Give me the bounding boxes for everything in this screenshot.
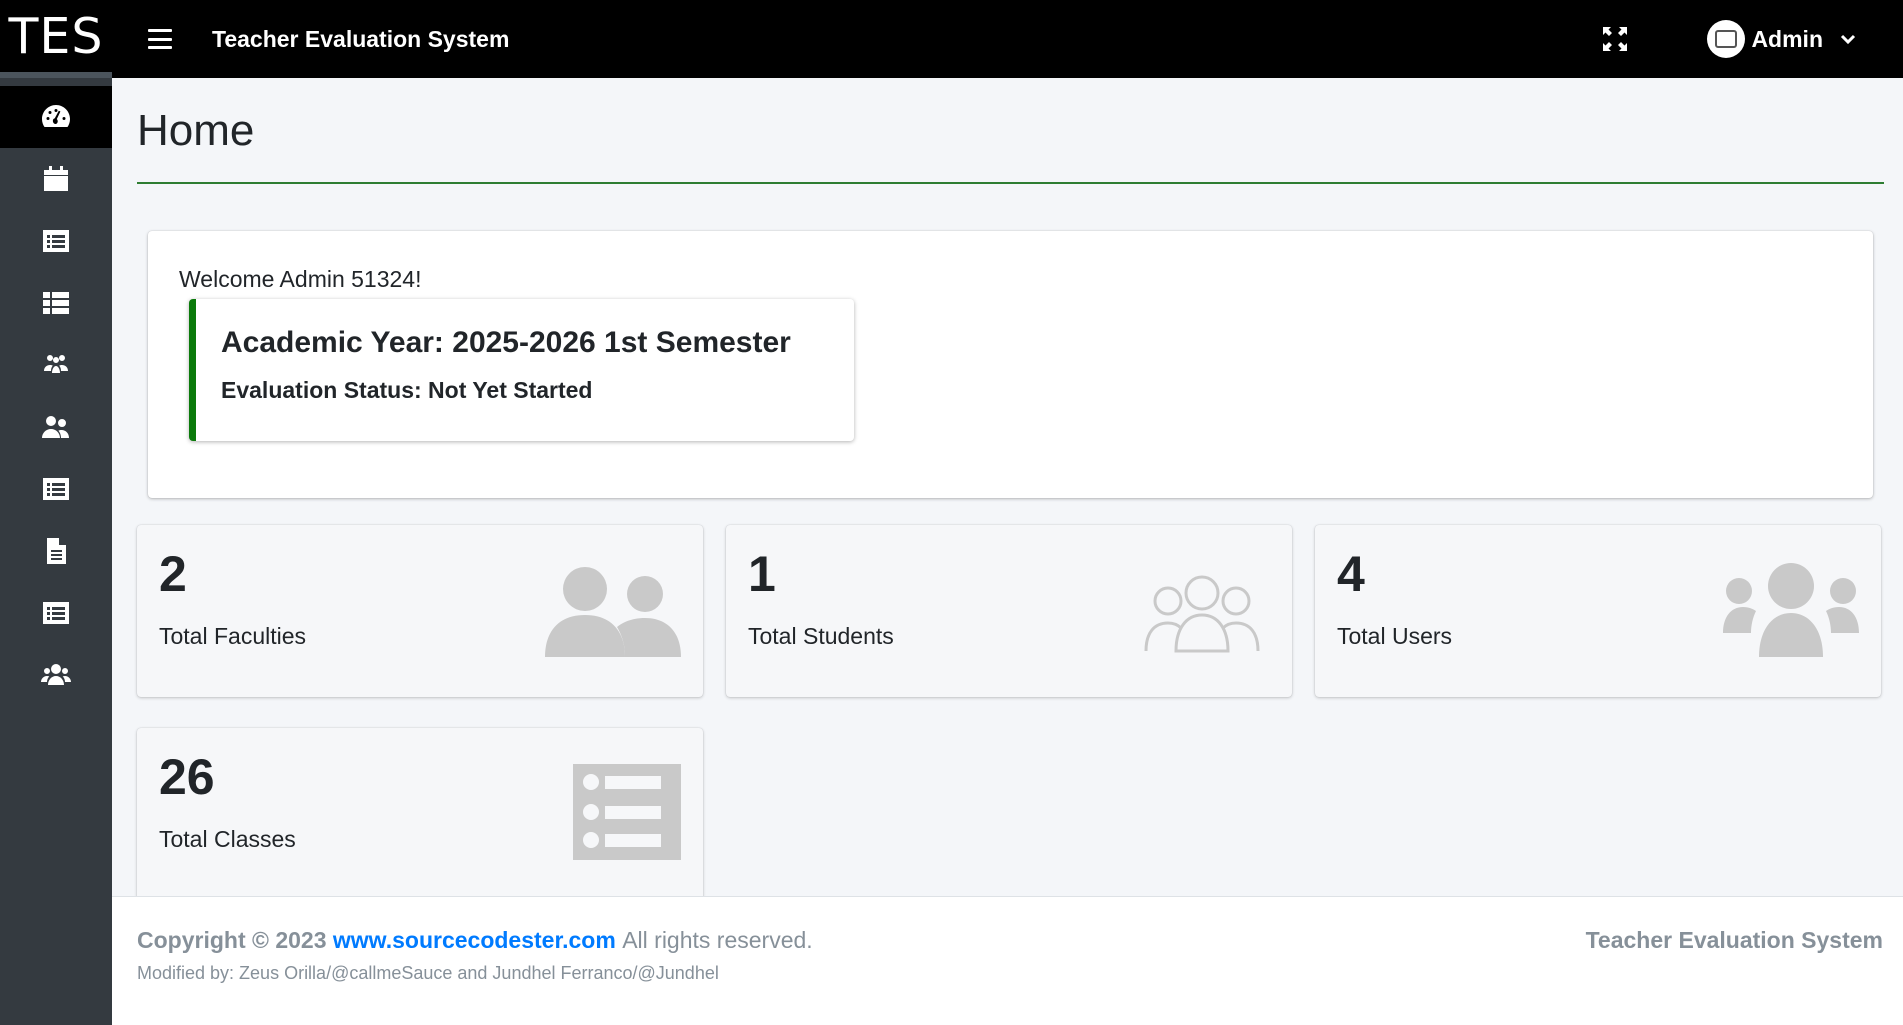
top-navbar: Teacher Evaluation System Admin bbox=[112, 0, 1903, 78]
academic-year: Academic Year: 2025-2026 1st Semester bbox=[221, 326, 791, 359]
sidebar-item-list-3[interactable] bbox=[0, 582, 112, 644]
list-alt-icon bbox=[545, 764, 681, 864]
stat-label: Total Students bbox=[748, 623, 894, 649]
dashboard-icon bbox=[42, 105, 70, 127]
stat-card-users[interactable]: 4 Total Users bbox=[1315, 525, 1881, 697]
stat-label: Total Faculties bbox=[159, 623, 307, 649]
sidebar-item-users[interactable] bbox=[0, 396, 112, 458]
document-icon bbox=[47, 538, 66, 564]
stat-card-faculties[interactable]: 2 Total Faculties bbox=[137, 525, 703, 697]
fullscreen-icon[interactable] bbox=[1601, 25, 1629, 53]
academic-year-callout: Academic Year: 2025-2026 1st Semester Ev… bbox=[189, 299, 854, 441]
user-name: Admin bbox=[1751, 25, 1823, 52]
stat-card-classes[interactable]: 26 Total Classes bbox=[137, 728, 703, 900]
stat-value: 4 bbox=[1337, 546, 1365, 602]
welcome-card: Welcome Admin 51324! Academic Year: 2025… bbox=[148, 231, 1873, 498]
sidebar-nav bbox=[0, 86, 112, 706]
user-group-icon bbox=[41, 664, 71, 685]
app-title: Teacher Evaluation System bbox=[212, 25, 510, 52]
main-content: Home Welcome Admin 51324! Academic Year:… bbox=[112, 78, 1903, 900]
stat-value: 26 bbox=[159, 749, 215, 805]
list-icon bbox=[43, 230, 69, 252]
sidebar-item-list-1[interactable] bbox=[0, 210, 112, 272]
users-icon bbox=[42, 416, 69, 438]
topbar-right: Admin bbox=[1601, 20, 1903, 58]
sidebar-item-user-group[interactable] bbox=[0, 644, 112, 706]
students-icon bbox=[44, 355, 68, 373]
stat-card-students[interactable]: 1 Total Students bbox=[726, 525, 1292, 697]
list-icon bbox=[43, 602, 69, 624]
footer-link[interactable]: www.sourcecodester.com bbox=[333, 927, 616, 953]
footer: Copyright © 2023 www.sourcecodester.com … bbox=[112, 896, 1903, 1025]
chevron-down-icon bbox=[1839, 30, 1857, 48]
avatar bbox=[1707, 20, 1746, 58]
rights-text: All rights reserved. bbox=[622, 927, 813, 953]
calendar-icon bbox=[44, 166, 68, 191]
stat-value: 2 bbox=[159, 546, 187, 602]
sidebar: TES bbox=[0, 0, 112, 1025]
faculty-users-icon bbox=[545, 561, 681, 661]
evaluation-status: Evaluation Status: Not Yet Started bbox=[221, 377, 593, 403]
sidebar-item-table-list[interactable] bbox=[0, 272, 112, 334]
footer-app-name: Teacher Evaluation System bbox=[1585, 927, 1883, 953]
sidebar-item-calendar[interactable] bbox=[0, 148, 112, 210]
brand-logo[interactable]: TES bbox=[0, 0, 112, 78]
user-menu[interactable]: Admin bbox=[1707, 20, 1857, 58]
copyright: Copyright © 2023 www.sourcecodester.com … bbox=[137, 927, 813, 954]
modified-by: Modified by: Zeus Orilla/@callmeSauce an… bbox=[137, 963, 719, 983]
page-title: Home bbox=[137, 106, 255, 155]
sidebar-item-list-2[interactable] bbox=[0, 458, 112, 520]
sidebar-item-dashboard[interactable] bbox=[0, 86, 112, 148]
list-icon bbox=[43, 478, 69, 500]
students-outline-icon bbox=[1134, 561, 1270, 661]
copyright-text: Copyright © 2023 bbox=[137, 927, 327, 953]
stat-label: Total Classes bbox=[159, 826, 296, 852]
sidebar-item-document[interactable] bbox=[0, 520, 112, 582]
table-list-icon bbox=[43, 292, 69, 314]
sidebar-item-students[interactable] bbox=[0, 334, 112, 396]
welcome-text: Welcome Admin 51324! bbox=[179, 266, 422, 292]
stat-value: 1 bbox=[748, 546, 776, 602]
menu-toggle-icon[interactable] bbox=[148, 29, 172, 49]
stat-label: Total Users bbox=[1337, 623, 1453, 649]
user-group-icon bbox=[1723, 561, 1859, 661]
title-divider bbox=[137, 182, 1884, 184]
